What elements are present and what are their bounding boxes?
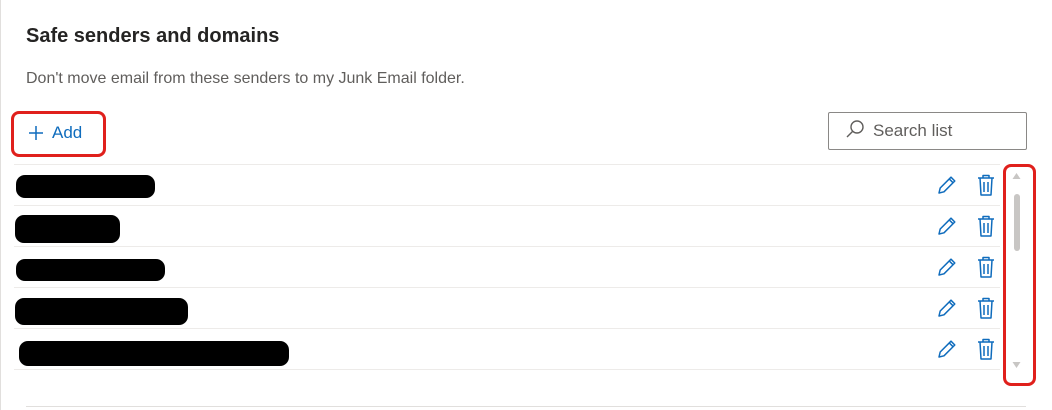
section-title: Safe senders and domains (26, 25, 280, 47)
scroll-down-arrow-icon[interactable] (1012, 361, 1021, 369)
trash-icon[interactable] (976, 296, 996, 320)
trash-icon[interactable] (976, 255, 996, 279)
pencil-icon[interactable] (936, 297, 958, 319)
section-description: Don't move email from these senders to m… (26, 70, 465, 87)
list-item[interactable] (14, 287, 1000, 328)
plus-icon (28, 125, 44, 141)
add-sender-button[interactable]: Add (28, 122, 82, 144)
pencil-icon[interactable] (936, 215, 958, 237)
safe-senders-list (14, 164, 1000, 370)
redacted-sender (19, 341, 289, 366)
list-item[interactable] (14, 328, 1000, 369)
section-bottom-divider (26, 406, 1026, 407)
add-label: Add (52, 123, 83, 142)
list-item[interactable] (14, 246, 1000, 287)
redacted-sender (16, 175, 155, 198)
pencil-icon[interactable] (936, 338, 958, 360)
pencil-icon[interactable] (936, 174, 958, 196)
trash-icon[interactable] (976, 214, 996, 238)
redacted-sender (15, 298, 188, 325)
list-scrollbar[interactable] (1009, 168, 1024, 378)
redacted-sender (15, 215, 120, 243)
redacted-sender (16, 259, 165, 281)
scroll-up-arrow-icon[interactable] (1012, 172, 1021, 180)
panel-left-border (0, 0, 1, 410)
list-item[interactable] (14, 164, 1000, 205)
search-icon (845, 119, 865, 144)
pencil-icon[interactable] (936, 256, 958, 278)
list-end-divider (14, 369, 1000, 370)
scroll-thumb[interactable] (1014, 194, 1020, 251)
search-list-input[interactable]: Search list (828, 112, 1027, 150)
search-placeholder: Search list (873, 121, 953, 140)
trash-icon[interactable] (976, 337, 996, 361)
trash-icon[interactable] (976, 173, 996, 197)
list-item[interactable] (14, 205, 1000, 246)
